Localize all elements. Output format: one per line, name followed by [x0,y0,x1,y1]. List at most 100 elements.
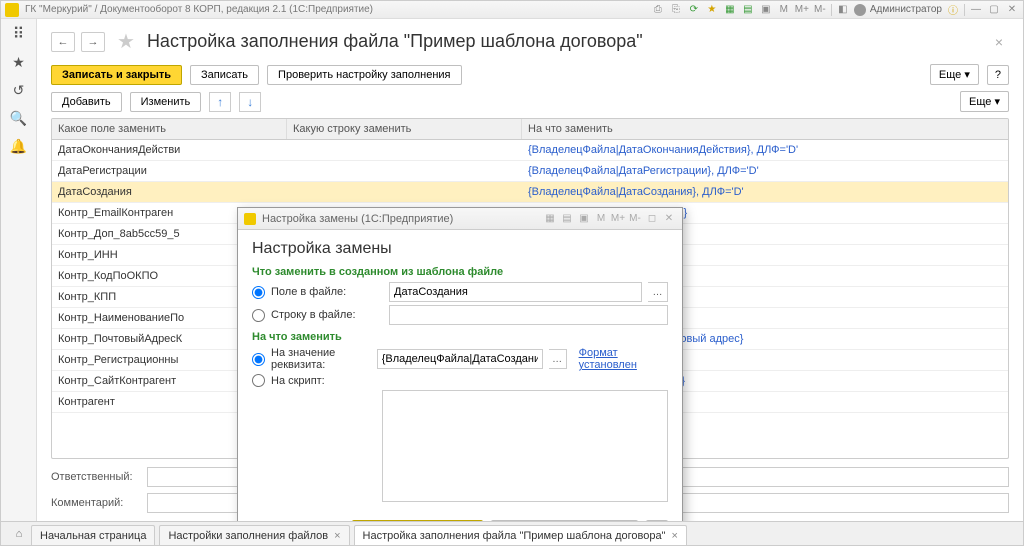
dialog-cancel-button[interactable]: Закрыть без сохранения [491,520,638,521]
section2-label: На что заменить [252,331,668,343]
info-icon[interactable]: ⓘ [946,3,960,17]
replace-settings-dialog: Настройка замены (1С:Предприятие) ▦ ▤ ▣ … [237,207,683,521]
grid-header-replace[interactable]: На что заменить [522,119,1008,139]
separator [831,4,832,16]
dialog-icon2[interactable]: ▤ [560,212,574,226]
refresh-icon[interactable]: ⟳ [687,3,701,17]
page-title: Настройка заполнения файла "Пример шабло… [147,31,643,52]
by-script-label: На скрипт: [271,375,383,387]
move-down-button[interactable]: ↓ [239,92,261,112]
dialog-help-button[interactable]: ? [646,520,668,521]
dialog-save-close-button[interactable]: Записать и закрыть [352,520,483,521]
cell-replace: {ВладелецФайла|ДатаОкончанияДействия}, Д… [522,140,1008,160]
cell-field: ДатаСоздания [52,182,287,202]
favorite-icon[interactable]: ★ [10,53,28,71]
cell-field: ДатаРегистрации [52,161,287,181]
page-close-icon[interactable]: × [989,34,1009,50]
search-icon[interactable]: 🔍 [10,109,28,127]
tab-close-icon[interactable]: × [671,530,677,542]
field-in-file-label: Поле в файле: [271,286,383,298]
minimize-icon[interactable]: — [969,3,983,17]
move-up-button[interactable]: ↑ [209,92,231,112]
calendar-icon[interactable]: ▤ [741,3,755,17]
body-row: ⠿ ★ ↺ 🔍 🔔 ← → ★ Настройка заполнения фай… [1,19,1023,521]
dialog-close-icon[interactable]: ✕ [662,212,676,226]
help-button[interactable]: ? [987,65,1009,85]
dialog-heading: Настройка замены [252,240,668,258]
window-title-bar: ГК "Меркурий" / Документооборот 8 КОРП, … [1,1,1023,19]
mminus-icon[interactable]: M- [813,3,827,17]
save-button[interactable]: Записать [190,65,259,85]
dialog-footer: Записать и закрыть Закрыть без сохранени… [238,512,682,521]
dialog-mplus-icon[interactable]: M+ [611,212,625,226]
home-icon[interactable]: ⌂ [9,522,29,545]
print2-icon[interactable]: ⎘ [669,3,683,17]
dialog-icon3[interactable]: ▣ [577,212,591,226]
page-star-icon[interactable]: ★ [117,29,135,54]
field-in-file-picker[interactable]: … [648,282,668,302]
tab-home[interactable]: Начальная страница [31,525,155,545]
close-window-icon[interactable]: ✕ [1005,3,1019,17]
apps-icon[interactable]: ⠿ [10,25,28,43]
table-row[interactable]: ДатаОкончанияДействи{ВладелецФайла|ДатаО… [52,140,1008,161]
tab-current[interactable]: Настройка заполнения файла "Пример шабло… [354,525,687,545]
edit-button[interactable]: Изменить [130,92,202,112]
field-in-file-input[interactable] [389,282,642,302]
requisite-picker[interactable]: … [549,349,567,369]
dialog-pin-icon[interactable]: ◻ [645,212,659,226]
page-header: ← → ★ Настройка заполнения файла "Пример… [37,19,1023,60]
comment-label: Комментарий: [51,497,141,509]
m-icon[interactable]: M [777,3,791,17]
mplus-icon[interactable]: M+ [795,3,809,17]
nav-back-button[interactable]: ← [51,32,75,52]
tab-bar: ⌂ Начальная страница Настройки заполнени… [1,521,1023,545]
cell-line [287,140,522,160]
line-in-file-input[interactable] [389,305,668,325]
grid-header-field[interactable]: Какое поле заменить [52,119,287,139]
requisite-value-input[interactable] [377,349,543,369]
line-in-file-radio[interactable] [252,309,265,322]
dialog-mminus-icon[interactable]: M- [628,212,642,226]
script-textarea[interactable] [382,390,668,502]
main-area: ← → ★ Настройка заполнения файла "Пример… [37,19,1023,521]
tab-close-icon[interactable]: × [334,530,340,542]
by-requisite-radio[interactable] [252,353,265,366]
add-button[interactable]: Добавить [51,92,122,112]
by-script-radio[interactable] [252,374,265,387]
cal2-icon[interactable]: ▣ [759,3,773,17]
grid-more-button[interactable]: Еще ▾ [960,91,1009,112]
maximize-icon[interactable]: ▢ [987,3,1001,17]
tab-fill-settings[interactable]: Настройки заполнения файлов× [159,525,349,545]
command-row-2: Добавить Изменить ↑ ↓ Еще ▾ [37,89,1023,118]
calc-icon[interactable]: ▦ [723,3,737,17]
table-row[interactable]: ДатаРегистрации {ВладелецФайла|ДатаРегист… [52,161,1008,182]
save-and-close-button[interactable]: Записать и закрыть [51,65,182,85]
grid-header-line[interactable]: Какую строку заменить [287,119,522,139]
line-in-file-label: Строку в файле: [271,309,383,321]
check-settings-button[interactable]: Проверить настройку заполнения [267,65,461,85]
history-icon[interactable]: ↺ [10,81,28,99]
cell-replace: {ВладелецФайла|ДатаРегистрации}, ДЛФ='D' [522,161,1008,181]
more-button[interactable]: Еще ▾ [930,64,979,85]
side-rail: ⠿ ★ ↺ 🔍 🔔 [1,19,37,521]
notifications-icon[interactable]: 🔔 [10,137,28,155]
star-icon[interactable]: ★ [705,3,719,17]
cell-line [287,161,522,181]
field-in-file-radio[interactable] [252,286,265,299]
section1-label: Что заменить в созданном из шаблона файл… [252,266,668,278]
dialog-m-icon[interactable]: M [594,212,608,226]
dialog-icon1[interactable]: ▦ [543,212,557,226]
command-row-1: Записать и закрыть Записать Проверить на… [37,60,1023,89]
dialog-window-title: Настройка замены (1С:Предприятие) [262,213,453,225]
responsible-label: Ответственный: [51,471,141,483]
dialog-title-bar: Настройка замены (1С:Предприятие) ▦ ▤ ▣ … [238,208,682,230]
table-row[interactable]: ДатаСоздания{ВладелецФайла|ДатаСоздания}… [52,182,1008,203]
user-name[interactable]: Администратор [870,4,942,15]
format-link[interactable]: Формат установлен [579,347,668,371]
taskbar-icon[interactable]: ◧ [836,3,850,17]
print-icon[interactable]: ⎙ [651,3,665,17]
cell-line [287,182,522,202]
nav-forward-button[interactable]: → [81,32,105,52]
app-logo [5,3,19,17]
user-avatar[interactable] [854,4,866,16]
